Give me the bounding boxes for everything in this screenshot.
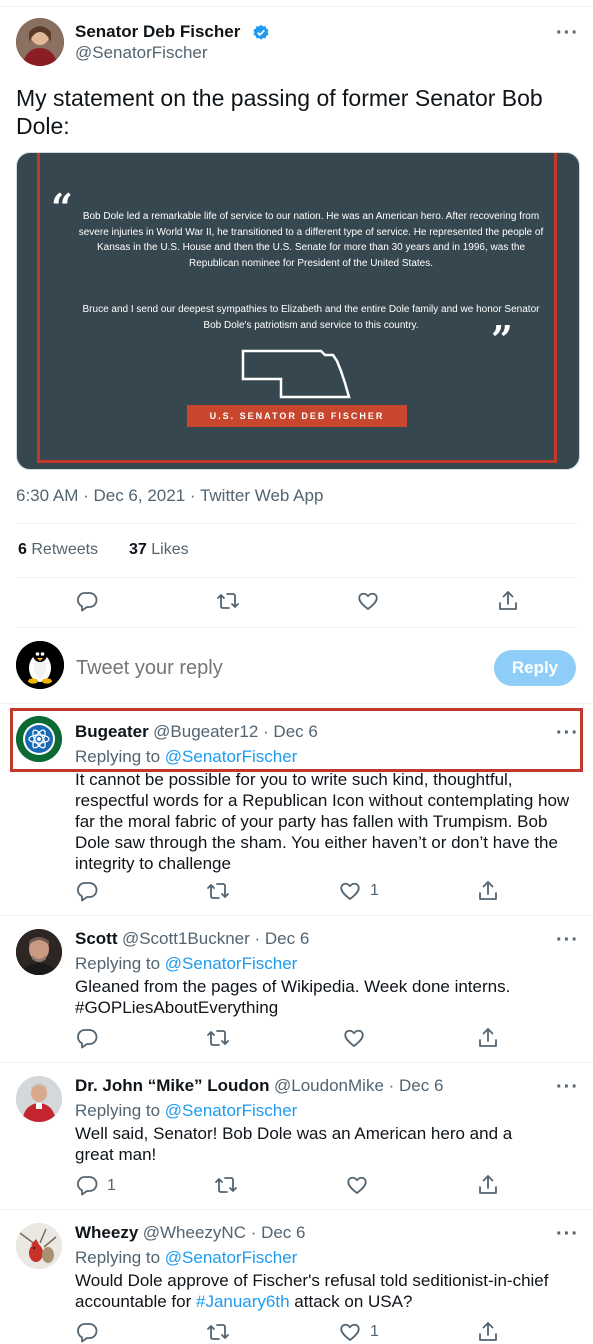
more-options-icon[interactable]: ··· <box>556 1076 579 1099</box>
reply-header: Scott @Scott1Buckner · Dec 6 <box>75 929 309 949</box>
share-icon[interactable] <box>476 1026 500 1050</box>
replying-to-prefix: Replying to <box>75 954 161 973</box>
reply-icon[interactable] <box>75 589 99 613</box>
statement-paragraph-2: Bruce and I send our deepest sympathies … <box>82 304 540 331</box>
author-avatar[interactable] <box>16 18 64 66</box>
hashtag-link[interactable]: #January6th <box>196 1292 290 1311</box>
retweet-icon[interactable] <box>206 1026 230 1050</box>
replying-to-prefix: Replying to <box>75 1101 161 1120</box>
reply-avatar[interactable] <box>16 1076 62 1122</box>
reply-button[interactable]: Reply <box>494 650 576 686</box>
tweet-text: My statement on the passing of former Se… <box>16 85 543 139</box>
share-icon[interactable] <box>476 1320 500 1344</box>
tweet-image[interactable]: “ Bob Dole led a remarkable life of serv… <box>16 152 580 470</box>
share-icon[interactable] <box>476 879 500 903</box>
more-options-icon[interactable]: ··· <box>556 22 579 45</box>
verified-badge-icon <box>252 24 270 42</box>
author-name[interactable]: Senator Deb Fischer <box>75 22 240 42</box>
reply-text: Gleaned from the pages of Wikipedia. Wee… <box>75 977 511 996</box>
divider <box>16 627 578 628</box>
share-icon[interactable] <box>476 1173 500 1197</box>
retweet-icon[interactable] <box>216 589 240 613</box>
user-avatar[interactable] <box>16 641 64 689</box>
nebraska-outline-icon <box>241 349 353 401</box>
retweet-icon[interactable] <box>214 1173 238 1197</box>
likes-count: 37 <box>129 541 147 558</box>
reply-input[interactable] <box>76 654 456 682</box>
like-count: 1 <box>370 1323 379 1340</box>
reply-icon[interactable] <box>75 1026 99 1050</box>
retweet-icon[interactable] <box>206 879 230 903</box>
reply-text: Well said, Senator! Bob Dole was an Amer… <box>75 1124 513 1164</box>
retweet-icon[interactable] <box>206 1320 230 1344</box>
divider <box>0 1209 593 1210</box>
reply-header: Dr. John “Mike” Loudon @LoudonMike · Dec… <box>75 1076 443 1096</box>
reply-header: Wheezy @WheezyNC · Dec 6 <box>75 1223 306 1243</box>
divider <box>16 577 578 578</box>
like-icon[interactable] <box>356 589 380 613</box>
reply-author-name[interactable]: Wheezy <box>75 1223 138 1242</box>
replying-to: Replying to @SenatorFischer <box>75 1101 297 1121</box>
likes-stat[interactable]: 37 Likes <box>129 541 189 559</box>
reply-icon[interactable] <box>75 1173 99 1197</box>
replying-to-link[interactable]: @SenatorFischer <box>165 1101 298 1120</box>
reply-author-handle[interactable]: @Scott1Buckner · Dec 6 <box>122 929 309 948</box>
reply-author-name[interactable]: Dr. John “Mike” Loudon <box>75 1076 270 1095</box>
more-options-icon[interactable]: ··· <box>556 929 579 952</box>
reply-text: It cannot be possible for you to write s… <box>75 770 570 873</box>
replying-to: Replying to @SenatorFischer <box>75 954 297 974</box>
like-icon[interactable] <box>338 879 362 903</box>
reply-text: Would Dole approve of Fischer's refusal … <box>75 1270 555 1312</box>
reply-icon[interactable] <box>75 1320 99 1344</box>
like-icon[interactable] <box>338 1320 362 1344</box>
author-handle[interactable]: @SenatorFischer <box>75 43 208 63</box>
highlight-box <box>10 708 583 772</box>
divider <box>0 915 593 916</box>
replying-to: Replying to @SenatorFischer <box>75 1248 297 1268</box>
tweet-timestamp[interactable]: 6:30 AM · Dec 6, 2021 · Twitter Web App <box>16 486 323 506</box>
more-options-icon[interactable]: ··· <box>556 1223 579 1246</box>
replying-to-link[interactable]: @SenatorFischer <box>165 954 298 973</box>
share-icon[interactable] <box>496 589 520 613</box>
divider <box>0 703 593 704</box>
retweets-count: 6 <box>18 541 27 558</box>
like-icon[interactable] <box>345 1173 369 1197</box>
divider <box>0 1062 593 1063</box>
replying-to-prefix: Replying to <box>75 1248 161 1267</box>
replying-to-link[interactable]: @SenatorFischer <box>165 1248 298 1267</box>
statement-paragraph-1: Bob Dole led a remarkable life of servic… <box>78 211 544 269</box>
reply-author-handle[interactable]: @LoudonMike · Dec 6 <box>274 1076 443 1095</box>
reply-count: 1 <box>107 1177 116 1194</box>
divider <box>16 523 578 524</box>
open-quote-icon: “ <box>51 185 73 230</box>
retweets-stat[interactable]: 6 Retweets <box>18 541 98 559</box>
reply-icon[interactable] <box>75 879 99 903</box>
reply-avatar[interactable] <box>16 1223 62 1269</box>
reply-author-handle[interactable]: @WheezyNC · Dec 6 <box>143 1223 306 1242</box>
reply-author-name[interactable]: Scott <box>75 929 118 948</box>
likes-label: Likes <box>151 541 189 558</box>
hashtag-link[interactable]: #GOPLiesAboutEverything <box>75 997 278 1018</box>
like-count: 1 <box>370 882 379 899</box>
reply-avatar[interactable] <box>16 929 62 975</box>
top-divider <box>0 6 593 7</box>
senator-banner: U.S. SENATOR DEB FISCHER <box>187 405 407 427</box>
like-icon[interactable] <box>342 1026 366 1050</box>
retweets-label: Retweets <box>31 541 99 558</box>
reply-text-after: attack on USA? <box>294 1292 413 1311</box>
close-quote-icon: ” <box>491 317 513 362</box>
